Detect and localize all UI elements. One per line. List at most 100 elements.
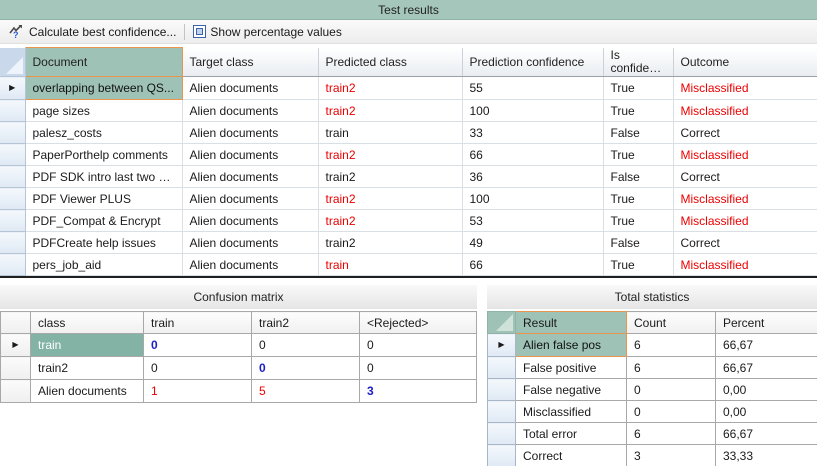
row-header[interactable] bbox=[0, 210, 25, 232]
is-confident-cell[interactable]: False bbox=[603, 122, 673, 144]
prediction-confidence-cell[interactable]: 66 bbox=[462, 254, 603, 276]
is-confident-cell[interactable]: True bbox=[603, 144, 673, 166]
document-cell[interactable]: page sizes bbox=[25, 100, 182, 122]
row-header[interactable] bbox=[488, 401, 516, 423]
count-cell[interactable]: 6 bbox=[627, 423, 716, 445]
outcome-cell[interactable]: Correct bbox=[673, 122, 817, 144]
result-cell[interactable]: Misclassified bbox=[516, 401, 627, 423]
predicted-class-cell[interactable]: train2 bbox=[318, 210, 462, 232]
column-header-result[interactable]: Result bbox=[516, 312, 627, 334]
column-header-outcome[interactable]: Outcome bbox=[673, 48, 817, 77]
count-cell[interactable]: 0 bbox=[627, 401, 716, 423]
percent-cell[interactable]: 33,33 bbox=[716, 445, 817, 466]
is-confident-cell[interactable]: True bbox=[603, 254, 673, 276]
document-cell[interactable]: overlapping between QS... bbox=[25, 77, 182, 100]
document-cell[interactable]: palesz_costs bbox=[25, 122, 182, 144]
row-header[interactable] bbox=[488, 445, 516, 466]
result-cell[interactable]: Alien false pos bbox=[516, 334, 627, 357]
row-header[interactable] bbox=[1, 357, 31, 380]
select-all-corner[interactable] bbox=[0, 48, 25, 77]
prediction-confidence-cell[interactable]: 49 bbox=[462, 232, 603, 254]
document-cell[interactable]: PDFCreate help issues bbox=[25, 232, 182, 254]
document-cell[interactable]: PDF SDK intro last two se... bbox=[25, 166, 182, 188]
is-confident-cell[interactable]: True bbox=[603, 210, 673, 232]
outcome-cell[interactable]: Misclassified bbox=[673, 77, 817, 100]
predicted-class-cell[interactable]: train2 bbox=[318, 100, 462, 122]
target-class-cell[interactable]: Alien documents bbox=[182, 188, 318, 210]
document-cell[interactable]: PaperPorthelp comments bbox=[25, 144, 182, 166]
column-header-train[interactable]: train bbox=[144, 312, 252, 334]
column-header-count[interactable]: Count bbox=[627, 312, 716, 334]
target-class-cell[interactable]: Alien documents bbox=[182, 166, 318, 188]
column-header-rejected[interactable]: <Rejected> bbox=[360, 312, 477, 334]
calculate-best-confidence-button[interactable]: ? Calculate best confidence... bbox=[4, 22, 181, 41]
prediction-confidence-cell[interactable]: 100 bbox=[462, 100, 603, 122]
row-header[interactable] bbox=[488, 357, 516, 379]
result-cell[interactable]: False positive bbox=[516, 357, 627, 379]
outcome-cell[interactable]: Correct bbox=[673, 232, 817, 254]
row-header[interactable]: ▶ bbox=[0, 77, 25, 100]
count-cell[interactable]: 3 bbox=[627, 445, 716, 466]
percent-cell[interactable]: 0,00 bbox=[716, 379, 817, 401]
prediction-confidence-cell[interactable]: 53 bbox=[462, 210, 603, 232]
target-class-cell[interactable]: Alien documents bbox=[182, 144, 318, 166]
percent-cell[interactable]: 66,67 bbox=[716, 423, 817, 445]
is-confident-cell[interactable]: True bbox=[603, 77, 673, 100]
is-confident-cell[interactable]: False bbox=[603, 166, 673, 188]
class-cell[interactable]: Alien documents bbox=[31, 380, 144, 403]
outcome-cell[interactable]: Misclassified bbox=[673, 254, 817, 276]
class-cell[interactable]: train bbox=[31, 334, 144, 357]
result-cell[interactable]: Total error bbox=[516, 423, 627, 445]
column-header-predicted-class[interactable]: Predicted class bbox=[318, 48, 462, 77]
total-statistics-corner[interactable] bbox=[488, 312, 516, 334]
predicted-class-cell[interactable]: train2 bbox=[318, 144, 462, 166]
prediction-confidence-cell[interactable]: 55 bbox=[462, 77, 603, 100]
row-header[interactable] bbox=[0, 232, 25, 254]
document-cell[interactable]: pers_job_aid bbox=[25, 254, 182, 276]
column-header-train2[interactable]: train2 bbox=[252, 312, 360, 334]
matrix-value-cell[interactable]: 0 bbox=[144, 357, 252, 380]
matrix-value-cell[interactable]: 0 bbox=[252, 334, 360, 357]
row-header[interactable] bbox=[0, 166, 25, 188]
row-header[interactable] bbox=[0, 254, 25, 276]
outcome-cell[interactable]: Misclassified bbox=[673, 188, 817, 210]
matrix-value-cell[interactable]: 0 bbox=[252, 357, 360, 380]
count-cell[interactable]: 6 bbox=[627, 357, 716, 379]
count-cell[interactable]: 0 bbox=[627, 379, 716, 401]
prediction-confidence-cell[interactable]: 36 bbox=[462, 166, 603, 188]
row-header[interactable] bbox=[488, 379, 516, 401]
row-header[interactable] bbox=[1, 380, 31, 403]
row-header[interactable] bbox=[0, 144, 25, 166]
column-header-prediction-confidence[interactable]: Prediction confidence bbox=[462, 48, 603, 77]
row-header[interactable] bbox=[0, 122, 25, 144]
outcome-cell[interactable]: Misclassified bbox=[673, 144, 817, 166]
matrix-value-cell[interactable]: 0 bbox=[144, 334, 252, 357]
column-header-is-confident[interactable]: Is confident? bbox=[603, 48, 673, 77]
row-header[interactable] bbox=[488, 423, 516, 445]
percent-cell[interactable]: 0,00 bbox=[716, 401, 817, 423]
confusion-matrix-corner[interactable] bbox=[1, 312, 31, 334]
class-cell[interactable]: train2 bbox=[31, 357, 144, 380]
prediction-confidence-cell[interactable]: 33 bbox=[462, 122, 603, 144]
outcome-cell[interactable]: Correct bbox=[673, 166, 817, 188]
target-class-cell[interactable]: Alien documents bbox=[182, 122, 318, 144]
target-class-cell[interactable]: Alien documents bbox=[182, 77, 318, 100]
prediction-confidence-cell[interactable]: 100 bbox=[462, 188, 603, 210]
prediction-confidence-cell[interactable]: 66 bbox=[462, 144, 603, 166]
row-header[interactable] bbox=[0, 188, 25, 210]
target-class-cell[interactable]: Alien documents bbox=[182, 210, 318, 232]
predicted-class-cell[interactable]: train2 bbox=[318, 77, 462, 100]
target-class-cell[interactable]: Alien documents bbox=[182, 232, 318, 254]
predicted-class-cell[interactable]: train2 bbox=[318, 166, 462, 188]
matrix-value-cell[interactable]: 0 bbox=[360, 357, 477, 380]
row-header[interactable] bbox=[0, 100, 25, 122]
matrix-value-cell[interactable]: 1 bbox=[144, 380, 252, 403]
predicted-class-cell[interactable]: train2 bbox=[318, 232, 462, 254]
predicted-class-cell[interactable]: train bbox=[318, 254, 462, 276]
target-class-cell[interactable]: Alien documents bbox=[182, 100, 318, 122]
column-header-target-class[interactable]: Target class bbox=[182, 48, 318, 77]
result-cell[interactable]: False negative bbox=[516, 379, 627, 401]
row-header[interactable]: ▶ bbox=[488, 334, 516, 357]
outcome-cell[interactable]: Misclassified bbox=[673, 210, 817, 232]
matrix-value-cell[interactable]: 3 bbox=[360, 380, 477, 403]
